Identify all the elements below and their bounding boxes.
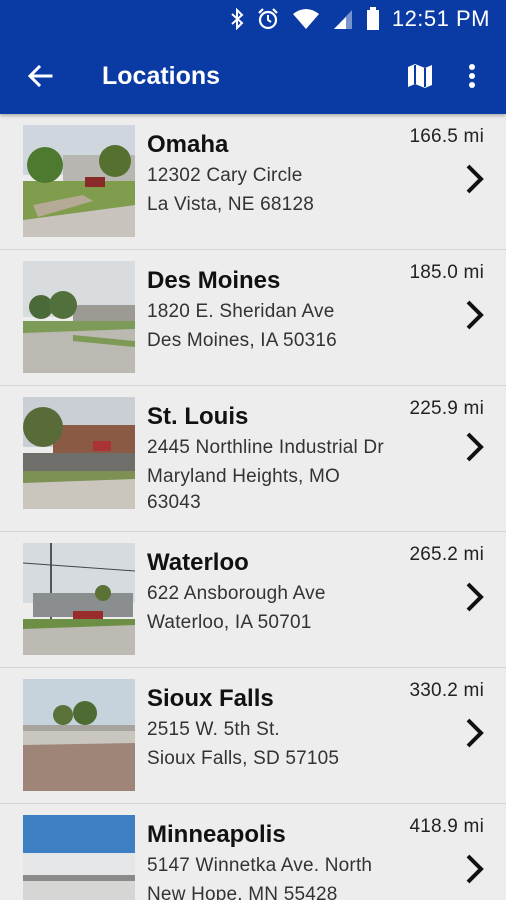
page-title: Locations	[102, 61, 221, 90]
location-address: 1820 E. Sheridan Ave	[147, 301, 335, 322]
chevron-right-icon	[466, 432, 484, 462]
arrow-left-icon	[27, 64, 53, 88]
more-vert-icon	[469, 64, 475, 88]
location-distance: 185.0 mi	[409, 262, 484, 283]
alarm-icon	[256, 7, 280, 31]
location-distance: 330.2 mi	[409, 680, 484, 701]
location-photo	[23, 125, 135, 237]
location-distance: 166.5 mi	[409, 126, 484, 147]
location-name: Des Moines	[147, 267, 281, 294]
location-photo	[23, 261, 135, 373]
location-city: Maryland Heights, MO 63043	[147, 466, 341, 513]
location-name: Sioux Falls	[147, 685, 274, 712]
location-photo	[23, 679, 135, 791]
location-row-minneapolis[interactable]: Minneapolis 5147 Winnetka Ave. North New…	[0, 804, 506, 900]
location-photo	[23, 815, 135, 900]
location-name: Minneapolis	[147, 821, 286, 848]
location-row-omaha[interactable]: Omaha 12302 Cary Circle La Vista, NE 681…	[0, 114, 506, 250]
location-address: 5147 Winnetka Ave. North	[147, 855, 373, 876]
location-address: 622 Ansborough Ave	[147, 583, 326, 604]
chevron-right-icon	[466, 300, 484, 330]
location-name: Waterloo	[147, 549, 249, 576]
chevron-right-icon	[466, 718, 484, 748]
location-city: Des Moines, IA 50316	[147, 330, 337, 351]
chevron-right-icon	[466, 164, 484, 194]
location-address: 12302 Cary Circle	[147, 165, 303, 186]
location-city: La Vista, NE 68128	[147, 194, 314, 215]
location-row-waterloo[interactable]: Waterloo 622 Ansborough Ave Waterloo, IA…	[0, 532, 506, 668]
back-button[interactable]	[20, 56, 60, 96]
location-address: 2515 W. 5th St.	[147, 719, 280, 740]
location-city: Sioux Falls, SD 57105	[147, 748, 340, 769]
location-name: Omaha	[147, 131, 229, 158]
chevron-right-icon	[466, 854, 484, 884]
location-distance: 225.9 mi	[409, 398, 484, 419]
location-photo	[23, 543, 135, 655]
status-bar: 12:51 PM	[0, 0, 506, 38]
location-row-des-moines[interactable]: Des Moines 1820 E. Sheridan Ave Des Moin…	[0, 250, 506, 386]
chevron-right-icon	[466, 582, 484, 612]
location-distance: 265.2 mi	[409, 544, 484, 565]
location-row-sioux-falls[interactable]: Sioux Falls 2515 W. 5th St. Sioux Falls,…	[0, 668, 506, 804]
location-distance: 418.9 mi	[409, 816, 484, 837]
signal-icon	[332, 8, 354, 30]
wifi-icon	[292, 8, 320, 30]
bluetooth-icon	[230, 8, 244, 30]
status-time: 12:51 PM	[391, 6, 490, 31]
map-button[interactable]	[400, 56, 440, 96]
overflow-menu-button[interactable]	[452, 56, 492, 96]
location-photo	[23, 397, 135, 509]
app-bar: Locations	[0, 38, 506, 114]
location-row-st-louis[interactable]: St. Louis 2445 Northline Industrial Dr M…	[0, 386, 506, 532]
locations-list: Omaha 12302 Cary Circle La Vista, NE 681…	[0, 114, 506, 900]
location-city: New Hope, MN 55428	[147, 884, 338, 900]
map-icon	[408, 64, 432, 88]
location-city: Waterloo, IA 50701	[147, 612, 312, 633]
location-name: St. Louis	[147, 403, 249, 430]
location-address: 2445 Northline Industrial Dr	[147, 437, 384, 458]
battery-icon	[366, 7, 380, 31]
